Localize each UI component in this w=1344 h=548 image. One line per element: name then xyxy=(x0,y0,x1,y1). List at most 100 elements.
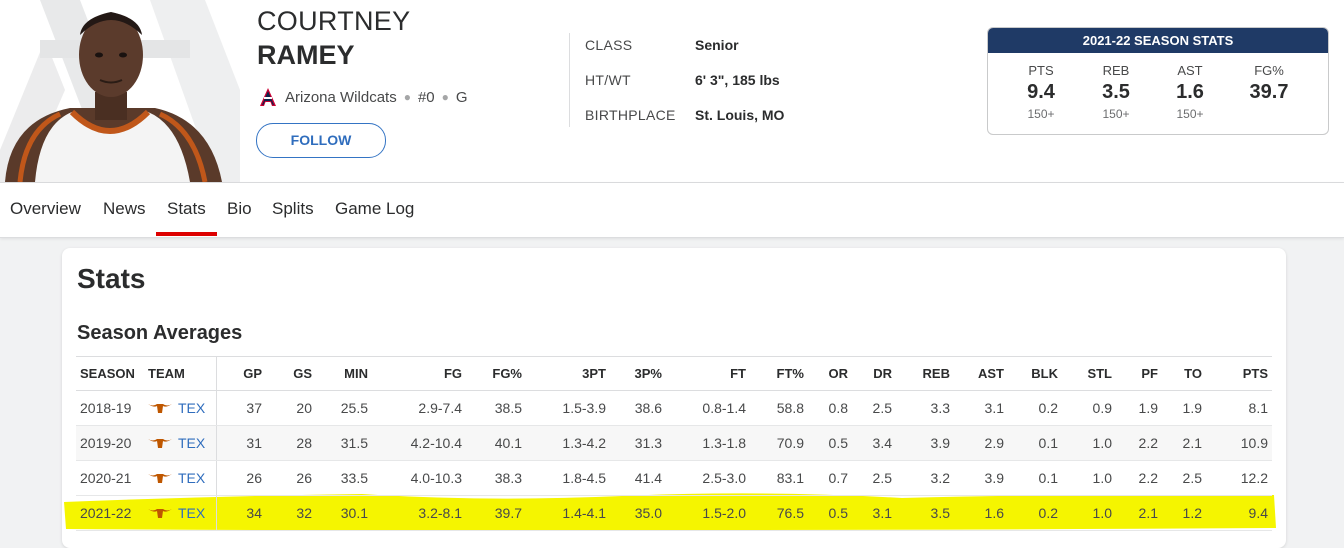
stat-cell: 2.2 xyxy=(1116,425,1162,461)
table-row: 2020-21 TEX 26 26 33.5 4.0-10.3 38.3 1.8-4.5 41.… xyxy=(76,460,1272,496)
stat-cell: 2.5 xyxy=(1162,460,1206,496)
season-stat-pts: PTS 9.4 150+ xyxy=(1001,63,1081,121)
stat-cell: 0.2 xyxy=(1008,390,1062,426)
team-link[interactable]: TEX xyxy=(178,470,205,486)
table-row: 2018-19 TEX 37 20 25.5 2.9-7.4 38.5 1.5-3.9 38.6… xyxy=(76,390,1272,426)
col-header: AST xyxy=(954,356,1008,391)
stat-cell: 0.7 xyxy=(808,460,852,496)
stat-cell: 40.1 xyxy=(466,425,526,461)
tab-splits[interactable]: Splits xyxy=(272,199,314,219)
stat-cell: 1.9 xyxy=(1116,390,1162,426)
stat-cell: 38.6 xyxy=(610,390,666,426)
stat-cell: 3.9 xyxy=(896,425,954,461)
follow-button[interactable]: FOLLOW xyxy=(256,123,386,158)
stat-cell: 1.3-1.8 xyxy=(666,425,750,461)
stat-cell: 41.4 xyxy=(610,460,666,496)
stat-cell: 3.2-8.1 xyxy=(372,495,466,531)
stat-cell: 8.1 xyxy=(1206,390,1272,426)
team-cell-content[interactable]: TEX xyxy=(148,505,212,521)
team-link[interactable]: TEX xyxy=(178,505,205,521)
longhorn-icon xyxy=(148,439,172,448)
season-cell: 2018-19 xyxy=(76,390,144,426)
jersey-number: #0 xyxy=(417,88,435,106)
stat-cell: 3.5 xyxy=(896,495,954,531)
stat-cell: 3.1 xyxy=(954,390,1008,426)
player-position: G xyxy=(455,88,468,106)
season-stats-title: 2021-22 SEASON STATS xyxy=(988,28,1328,53)
stat-cell: 0.2 xyxy=(1008,495,1062,531)
season-averages-title: Season Averages xyxy=(77,322,243,344)
stat-cell: 33.5 xyxy=(316,460,372,496)
stat-cell: 1.9 xyxy=(1162,390,1206,426)
season-cell: 2021-22 xyxy=(76,495,144,531)
stat-cell: 58.8 xyxy=(750,390,808,426)
col-header: 3P% xyxy=(610,356,666,391)
bio-birthplace-label: BIRTHPLACE xyxy=(585,107,676,123)
separator-dot: ● xyxy=(403,90,411,104)
season-stat-label: PTS xyxy=(1028,63,1054,78)
stat-cell: 1.0 xyxy=(1062,425,1116,461)
team-cell-content[interactable]: TEX xyxy=(148,400,212,416)
stat-cell: 10.9 xyxy=(1206,425,1272,461)
tab-news[interactable]: News xyxy=(103,199,146,219)
bio-htwt-label: HT/WT xyxy=(585,72,631,88)
stat-cell: 31.3 xyxy=(610,425,666,461)
col-header: MIN xyxy=(316,356,372,391)
season-stat-fgpct: FG% 39.7 xyxy=(1229,63,1309,104)
longhorn-icon xyxy=(148,474,172,483)
stat-cell: 0.5 xyxy=(808,495,852,531)
stat-cell: 83.1 xyxy=(750,460,808,496)
season-stats-box: 2021-22 SEASON STATS PTS 9.4 150+ REB 3.… xyxy=(987,27,1329,135)
tab-bio[interactable]: Bio xyxy=(227,199,252,219)
stat-cell: 3.9 xyxy=(954,460,1008,496)
team-cell: TEX xyxy=(144,495,217,531)
tab-overview[interactable]: Overview xyxy=(10,199,81,219)
col-header: STL xyxy=(1062,356,1116,391)
arizona-logo-icon xyxy=(260,88,276,106)
team-name-link[interactable]: Arizona Wildcats xyxy=(285,89,397,106)
stat-cell: 37 xyxy=(216,390,266,426)
season-stat-rank: 150+ xyxy=(1027,107,1055,121)
stat-cell: 38.3 xyxy=(466,460,526,496)
player-last-name: RAMEY xyxy=(257,40,355,70)
stat-cell: 1.6 xyxy=(954,495,1008,531)
col-header: GS xyxy=(266,356,316,391)
tab-game-log[interactable]: Game Log xyxy=(335,199,414,219)
stat-cell: 1.2 xyxy=(1162,495,1206,531)
stat-cell: 2.5 xyxy=(852,460,896,496)
col-header: DR xyxy=(852,356,896,391)
bio-class-value: Senior xyxy=(695,37,739,53)
stat-cell: 4.0-10.3 xyxy=(372,460,466,496)
col-header: TO xyxy=(1162,356,1206,391)
season-averages-table: SEASON TEAM GP GS MIN FG FG% 3PT 3P% FT … xyxy=(76,356,1272,531)
stat-cell: 76.5 xyxy=(750,495,808,531)
stats-title: Stats xyxy=(77,263,146,294)
stat-cell: 70.9 xyxy=(750,425,808,461)
stat-cell: 0.1 xyxy=(1008,425,1062,461)
stat-cell: 3.1 xyxy=(852,495,896,531)
team-cell-content[interactable]: TEX xyxy=(148,470,212,486)
col-header: PF xyxy=(1116,356,1162,391)
team-link[interactable]: TEX xyxy=(178,435,205,451)
longhorn-icon xyxy=(148,509,172,518)
stat-cell: 35.0 xyxy=(610,495,666,531)
stat-cell: 1.5-2.0 xyxy=(666,495,750,531)
stat-cell: 1.0 xyxy=(1062,460,1116,496)
season-cell: 2020-21 xyxy=(76,460,144,496)
player-first-name: COURTNEY xyxy=(257,6,411,36)
team-cell-content[interactable]: TEX xyxy=(148,435,212,451)
stat-cell: 3.4 xyxy=(852,425,896,461)
stat-cell: 4.2-10.4 xyxy=(372,425,466,461)
stat-cell: 39.7 xyxy=(466,495,526,531)
team-link[interactable]: TEX xyxy=(178,400,205,416)
tab-stats[interactable]: Stats xyxy=(167,199,206,219)
stat-cell: 1.8-4.5 xyxy=(526,460,610,496)
bio-htwt-value: 6' 3", 185 lbs xyxy=(695,72,780,88)
season-stat-value: 39.7 xyxy=(1249,81,1289,103)
col-header: FT% xyxy=(750,356,808,391)
stat-cell: 1.3-4.2 xyxy=(526,425,610,461)
col-header: SEASON xyxy=(76,356,144,391)
separator-dot: ● xyxy=(441,90,449,104)
stat-cell: 0.9 xyxy=(1062,390,1116,426)
col-header: PTS xyxy=(1206,356,1272,391)
